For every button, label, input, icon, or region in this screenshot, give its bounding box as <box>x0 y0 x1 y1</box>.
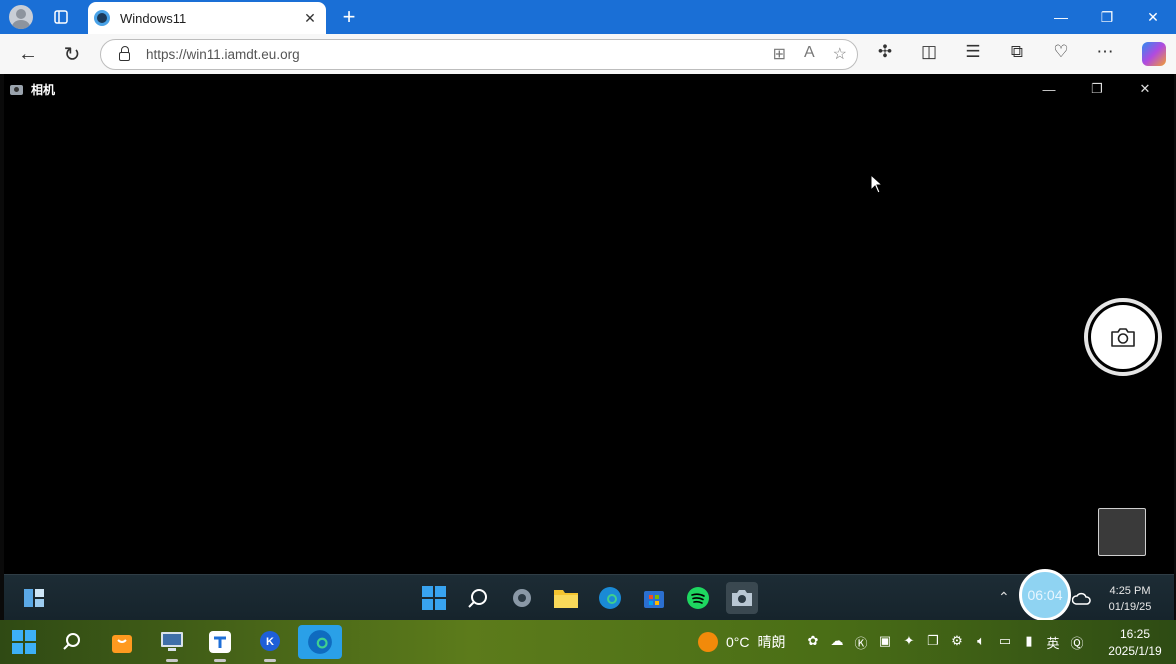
tray-k-icon[interactable]: Ⓚ <box>852 633 870 652</box>
refresh-icon[interactable]: ↻ <box>60 42 84 66</box>
host-time: 16:25 <box>1119 627 1151 641</box>
tab-title: Windows11 <box>120 10 187 26</box>
tray-cloud-icon[interactable]: ☁ <box>828 633 846 652</box>
weather-cloud-icon[interactable] <box>1066 582 1098 614</box>
camera-app-window: 相机 — ❐ ✕ <box>4 74 1174 574</box>
last-photo-thumbnail[interactable] <box>1098 508 1146 556</box>
spotify-icon[interactable] <box>682 582 714 614</box>
running-indicator <box>166 659 178 662</box>
inner-taskbar: ⌃ 06:04 4:25 PM 01/19/25 <box>4 569 1174 621</box>
host-taskbar: K 0°C 晴朗 ✿ ☁ Ⓚ ▣ ✦ ❐ ⚙ 🔈︎ ▭ ▮ 英 Ⓠ 16:25 … <box>0 620 1176 664</box>
app-close-button[interactable]: ✕ <box>1122 78 1168 100</box>
extensions-icon[interactable]: ✣ <box>872 42 898 62</box>
inner-clock[interactable]: 4:25 PM 01/19/25 <box>1104 583 1156 615</box>
tray-notes-icon[interactable]: ▣ <box>876 633 894 652</box>
window-minimize-button[interactable]: — <box>1038 0 1084 34</box>
tray-wechat-icon[interactable]: ✦ <box>900 633 918 652</box>
browser-tab-bar: Windows11 ✕ + — ❐ ✕ <box>0 0 1176 34</box>
app-available-icon[interactable]: ⊞ <box>773 44 786 64</box>
search-icon[interactable] <box>462 582 494 614</box>
tray-q-icon[interactable]: Ⓠ <box>1068 633 1086 652</box>
mouse-cursor-icon <box>870 174 884 194</box>
svg-text:K: K <box>266 636 274 648</box>
app-restore-button[interactable]: ❐ <box>1074 78 1120 100</box>
read-aloud-icon[interactable]: A <box>804 44 815 64</box>
new-tab-button[interactable]: + <box>338 4 360 30</box>
host-clock[interactable]: 16:25 2025/1/19 <box>1100 626 1170 660</box>
settings-icon[interactable] <box>506 582 538 614</box>
url-field[interactable]: https://win11.iamdt.eu.org ⊞ A ☆ <box>100 39 858 70</box>
widgets-icon[interactable] <box>18 582 50 614</box>
back-arrow-icon[interactable]: ← <box>16 42 40 66</box>
tray-flower-icon[interactable]: ✿ <box>804 633 822 652</box>
sun-icon <box>698 632 718 652</box>
k-app-icon[interactable]: K <box>254 626 286 662</box>
file-explorer-icon[interactable] <box>550 582 582 614</box>
copilot-icon[interactable] <box>1142 42 1166 66</box>
site-favicon-icon <box>94 10 110 26</box>
network-icon[interactable]: ▭ <box>996 633 1014 652</box>
app-minimize-button[interactable]: — <box>1026 78 1072 100</box>
camera-shutter-icon <box>1111 328 1135 347</box>
edge-icon[interactable] <box>594 582 626 614</box>
take-photo-button[interactable] <box>1084 298 1162 376</box>
camera-taskbar-icon[interactable] <box>726 582 758 614</box>
weather-widget[interactable]: 0°C 晴朗 <box>698 632 786 652</box>
favorite-star-icon[interactable]: ☆ <box>833 44 847 64</box>
tab-actions-icon[interactable] <box>48 4 74 30</box>
weather-text: 晴朗 <box>757 634 786 650</box>
app-title: 相机 <box>31 83 56 97</box>
start-icon[interactable] <box>418 582 450 614</box>
system-tray: ✿ ☁ Ⓚ ▣ ✦ ❐ ⚙ 🔈︎ ▭ ▮ 英 Ⓠ <box>804 633 1086 652</box>
running-indicator <box>214 659 226 662</box>
tab-close-icon[interactable]: ✕ <box>300 10 320 27</box>
tray-copy-icon[interactable]: ❐ <box>924 633 942 652</box>
avatar-icon <box>9 5 33 29</box>
window-restore-button[interactable]: ❐ <box>1084 0 1130 34</box>
weather-temp: 0°C <box>726 634 750 650</box>
host-start-icon[interactable] <box>8 626 40 658</box>
inner-time: 4:25 PM <box>1109 585 1151 597</box>
host-edge-icon[interactable] <box>298 625 342 659</box>
notes-app-icon[interactable] <box>204 626 236 662</box>
url-actions: ⊞ A ☆ <box>773 44 847 64</box>
host-date: 2025/1/19 <box>1108 644 1162 658</box>
app-titlebar: 相机 <box>10 81 55 98</box>
tray-steam-icon[interactable]: ⚙ <box>948 633 966 652</box>
browser-toolbar: ✣ ◫ ☰ ⧉ ♡ ⋯ <box>872 42 1118 62</box>
show-hidden-icons-chevron-icon[interactable]: ⌃ <box>998 589 1010 606</box>
camera-app-icon <box>10 84 23 95</box>
microphone-icon[interactable]: ▮ <box>1020 633 1038 652</box>
split-screen-icon[interactable]: ◫ <box>916 42 942 62</box>
tab-windows11[interactable]: Windows11 ✕ <box>88 2 326 34</box>
clock-bubble[interactable]: 06:04 <box>1019 569 1071 621</box>
window-close-button[interactable]: ✕ <box>1130 0 1176 34</box>
collections-icon[interactable]: ⧉ <box>1004 42 1030 62</box>
lock-icon <box>119 46 130 61</box>
browser-address-bar: ← ↻ https://win11.iamdt.eu.org ⊞ A ☆ ✣ ◫… <box>0 34 1176 74</box>
running-indicator <box>264 659 276 662</box>
shopping-bag-icon[interactable] <box>106 626 138 658</box>
ime-indicator[interactable]: 英 <box>1044 633 1062 652</box>
volume-icon[interactable]: 🔈︎ <box>972 633 990 652</box>
profile-avatar[interactable] <box>8 4 34 30</box>
host-search-icon[interactable] <box>56 626 88 658</box>
url-text: https://win11.iamdt.eu.org <box>146 47 300 62</box>
store-icon[interactable] <box>638 582 670 614</box>
more-menu-icon[interactable]: ⋯ <box>1092 42 1118 62</box>
remote-desktop-icon[interactable] <box>156 626 188 662</box>
browser-essentials-icon[interactable]: ♡ <box>1048 42 1074 62</box>
favorites-icon[interactable]: ☰ <box>960 42 986 62</box>
inner-date: 01/19/25 <box>1108 601 1152 613</box>
